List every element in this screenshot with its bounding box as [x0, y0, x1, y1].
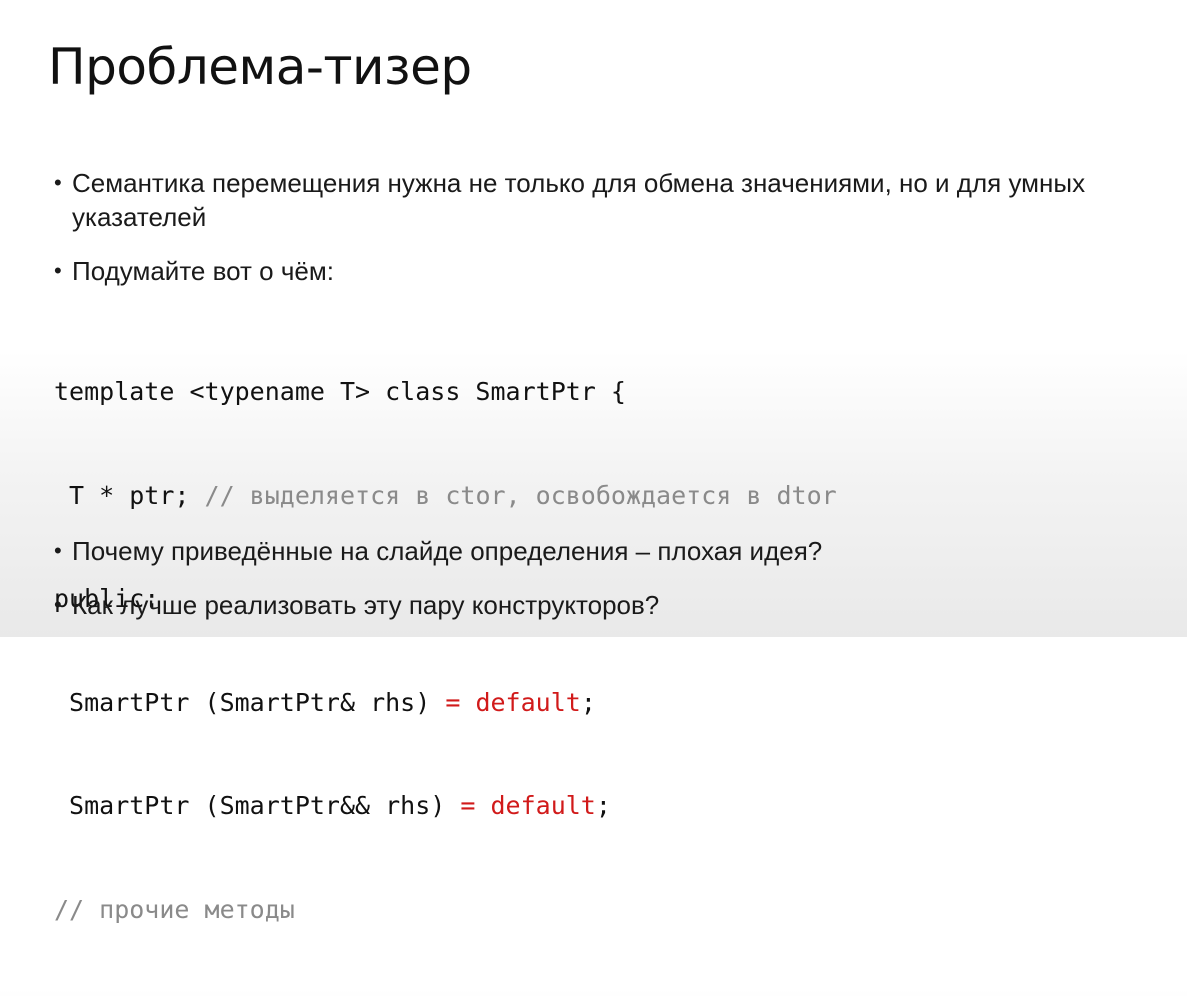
code-comment: // выделяется в ctor, освобождается в dt… [204, 480, 837, 510]
code-line: // прочие методы [54, 893, 837, 928]
slide-title: Проблема-тизер [48, 38, 472, 96]
code-line: SmartPtr (SmartPtr&& rhs) = default; [54, 789, 837, 824]
bullet-marker: • [54, 170, 62, 195]
bullet-marker: • [54, 538, 62, 563]
code-text: SmartPtr (SmartPtr&& rhs) [54, 791, 461, 820]
code-text: ; [595, 791, 611, 820]
bullet-text: Почему приведённые на слайде определения… [72, 536, 823, 566]
code-line: SmartPtr (SmartPtr& rhs) = default; [54, 686, 837, 721]
slide: Проблема-тизер • Семантика перемещения н… [0, 0, 1187, 924]
code-text: SmartPtr (SmartPtr& rhs) [54, 687, 446, 717]
bullet-text: Как лучше реализовать эту пару конструкт… [72, 590, 660, 620]
bullet-text: Подумайте вот о чём: [72, 256, 334, 286]
code-text: ; [580, 687, 596, 717]
code-line: T * ptr; // выделяется в ctor, освобожда… [54, 479, 837, 514]
code-text: T * ptr; [54, 480, 205, 510]
code-text: template <typename T> class SmartPtr { [54, 377, 626, 406]
bullet-text: Семантика перемещения нужна не только дл… [72, 168, 1086, 232]
bullet-item: • Почему приведённые на слайде определен… [54, 534, 1134, 568]
code-keyword: = default [460, 791, 596, 820]
code-block: template <typename T> class SmartPtr { T… [54, 306, 837, 996]
bullet-item: • Семантика перемещения нужна не только … [54, 166, 1134, 234]
bullet-marker: • [54, 258, 62, 283]
bullet-item: • Подумайте вот о чём: [54, 254, 1134, 288]
code-comment: // прочие методы [54, 894, 295, 924]
bullet-item: • Как лучше реализовать эту пару констру… [54, 588, 1134, 622]
code-line: template <typename T> class SmartPtr { [54, 375, 837, 410]
code-keyword: = default [445, 687, 581, 717]
bullet-marker: • [54, 592, 62, 617]
